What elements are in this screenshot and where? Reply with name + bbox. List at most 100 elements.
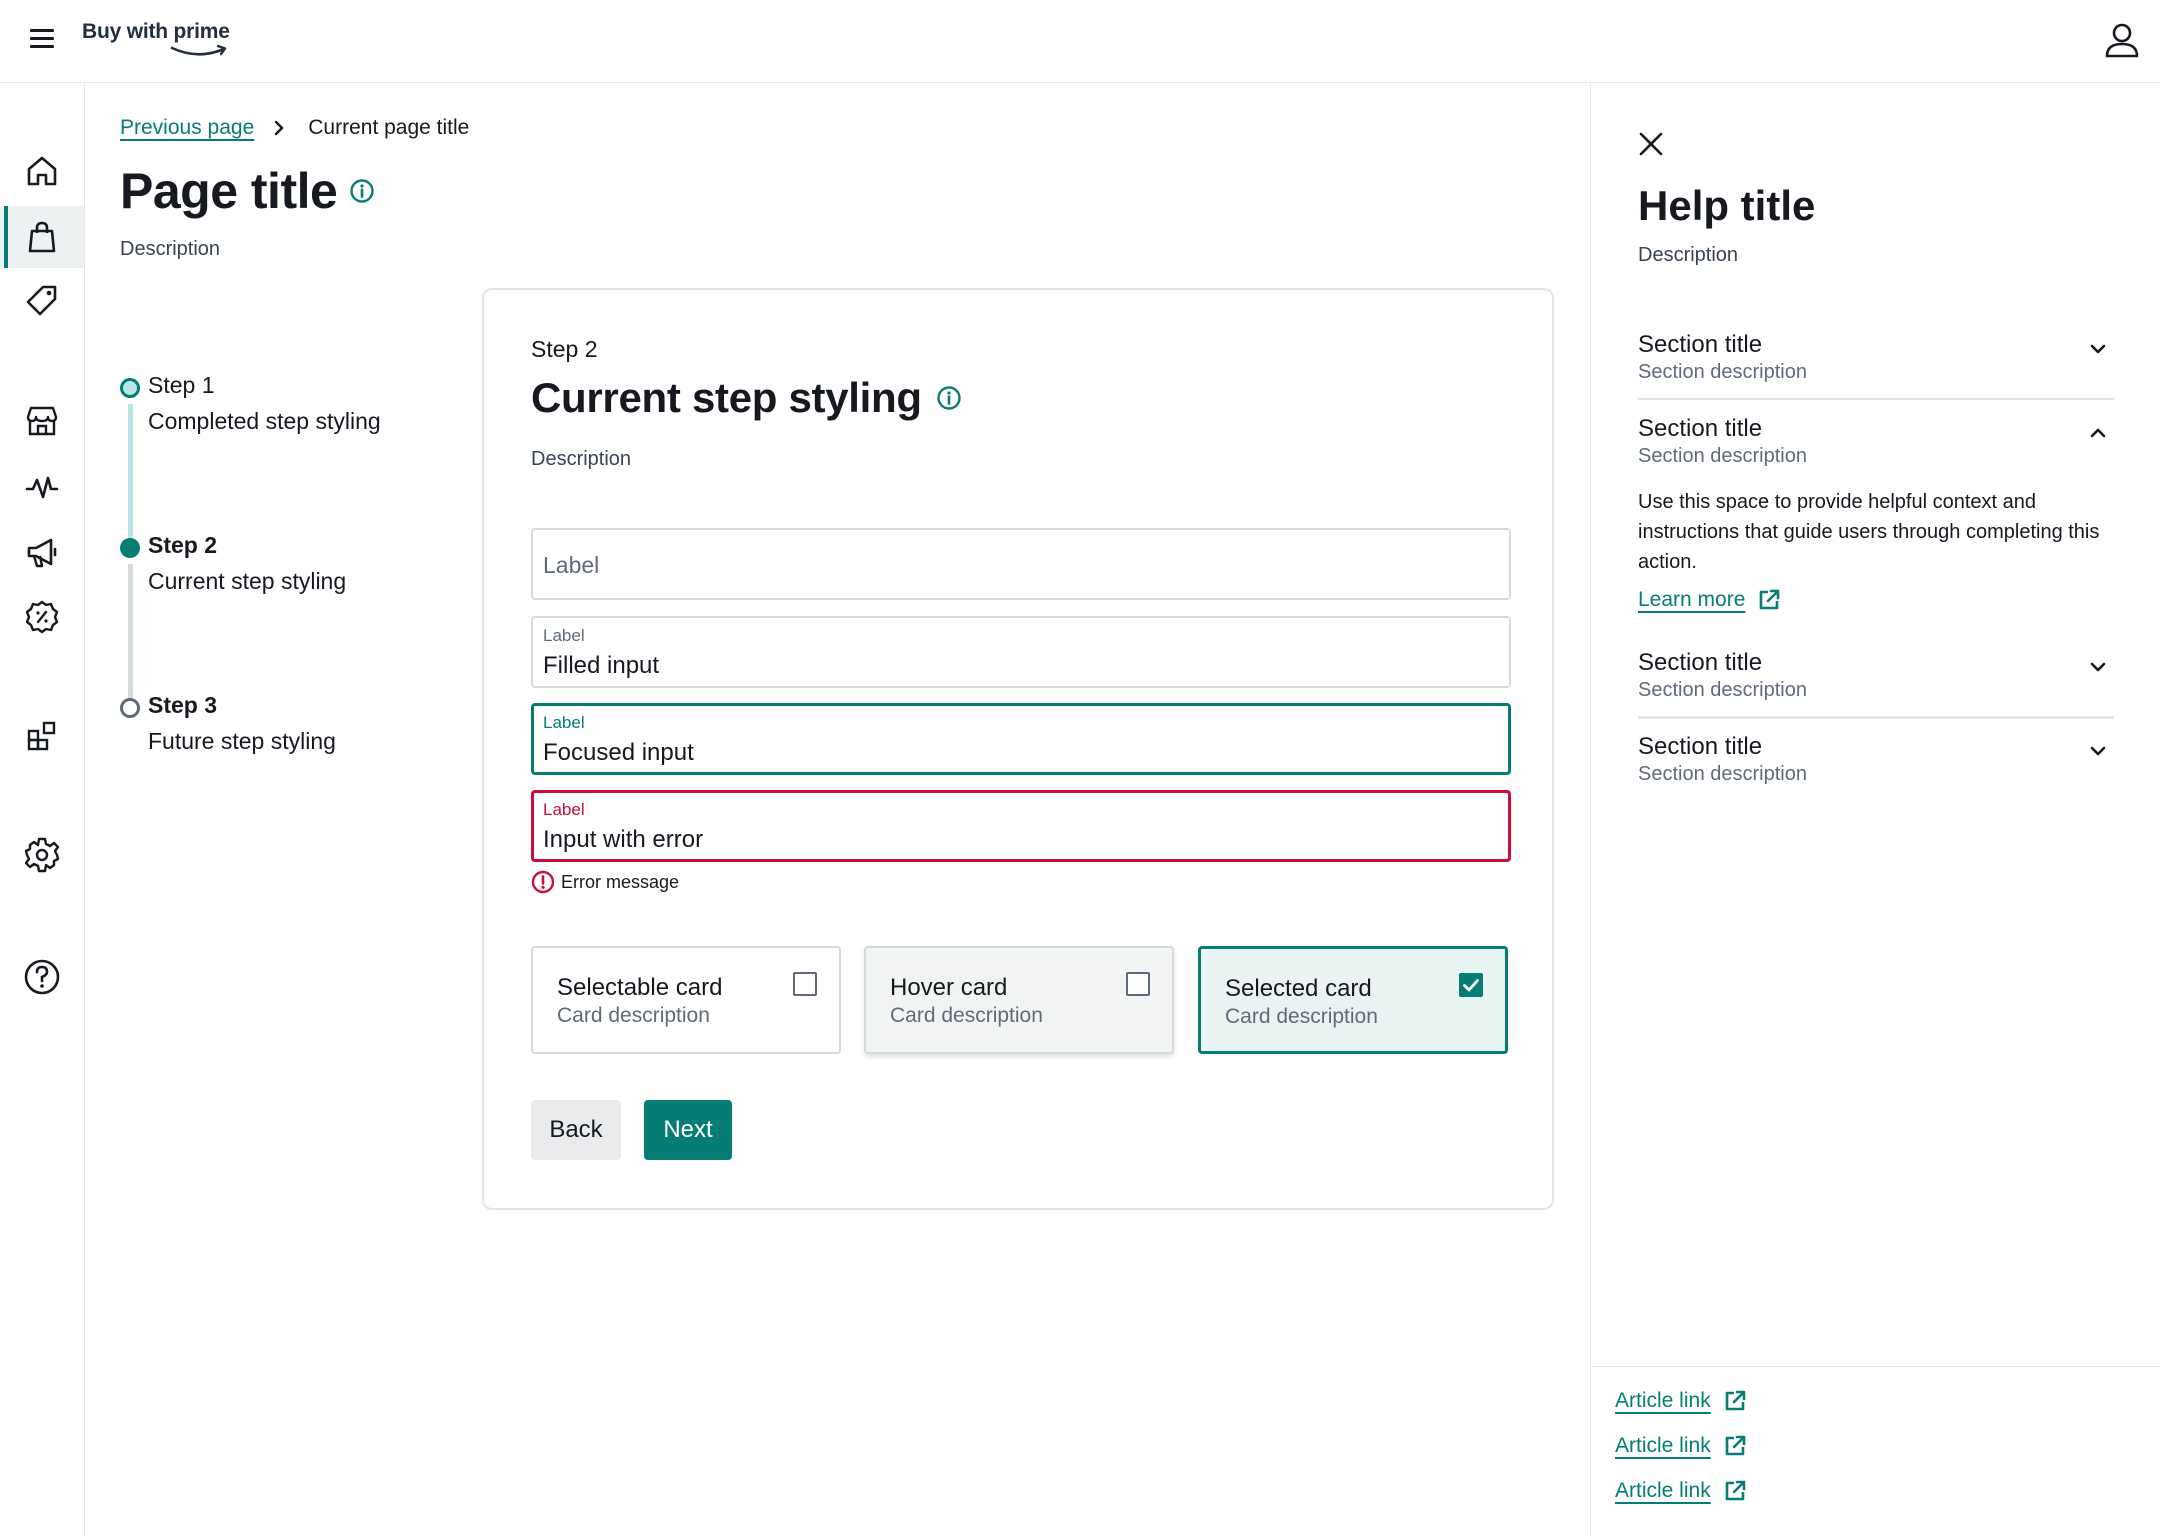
article-link-1[interactable]: Article link	[1615, 1389, 1747, 1413]
nav-home[interactable]	[0, 140, 84, 202]
card-description: Card description	[890, 1004, 1043, 1027]
step-3-title[interactable]: Step 3	[148, 692, 217, 719]
chevron-down-icon	[2088, 657, 2108, 682]
accordion-section-1[interactable]: Section title Section description	[1638, 331, 2114, 400]
left-navigation-rail	[0, 84, 85, 1536]
user-account-icon[interactable]	[2102, 20, 2142, 60]
nav-pricing[interactable]	[0, 270, 84, 332]
step-1-subtitle: Completed step styling	[148, 408, 381, 434]
back-button[interactable]: Back	[531, 1100, 621, 1160]
article-link-2[interactable]: Article link	[1615, 1434, 1747, 1458]
card-title: Selected card	[1225, 975, 1372, 1002]
nav-promotions[interactable]	[0, 586, 84, 648]
nav-orders[interactable]	[0, 206, 84, 268]
section-title: Section title	[1638, 331, 1763, 358]
close-icon[interactable]	[1637, 130, 1665, 158]
help-footer-links: Article link Article link Article link	[1591, 1366, 2160, 1536]
nav-settings[interactable]	[0, 824, 84, 886]
nav-help[interactable]	[0, 946, 84, 1008]
prime-smile-icon	[170, 44, 227, 56]
settings-gear-icon	[24, 837, 60, 873]
checkmark-icon	[1463, 979, 1479, 992]
article-link-text: Article link	[1615, 1479, 1711, 1502]
price-tag-icon	[26, 285, 57, 316]
page-title: Page title	[120, 163, 338, 219]
filled-input-field[interactable]: Label Filled input	[531, 616, 1511, 688]
section-description: Section description	[1638, 445, 1807, 467]
section-description: Section description	[1638, 679, 1807, 701]
input-placeholder: Label	[543, 552, 600, 578]
step-connector	[128, 564, 133, 714]
accordion-section-4[interactable]: Section title Section description	[1638, 733, 2114, 791]
error-message: Error message	[531, 870, 679, 894]
form-title: Current step styling	[531, 374, 922, 421]
section-title: Section title	[1638, 415, 1763, 442]
hamburger-menu-icon[interactable]	[27, 26, 57, 52]
step-1-title[interactable]: Step 1	[148, 372, 215, 399]
hover-card[interactable]: Hover card Card description	[864, 946, 1174, 1054]
nav-storefront[interactable]	[0, 390, 84, 452]
focused-input-field[interactable]: Label Focused input	[531, 703, 1511, 775]
top-header: Buy with prime	[0, 0, 2160, 83]
chevron-down-icon	[2088, 741, 2108, 766]
input-value: Filled input	[543, 652, 660, 679]
storefront-icon	[26, 406, 58, 436]
input-value: Input with error	[543, 826, 704, 853]
section-body-text: Use this space to provide helpful contex…	[1638, 491, 2100, 573]
form-description: Description	[531, 448, 632, 470]
megaphone-icon	[27, 538, 57, 568]
nav-apps[interactable]	[0, 706, 84, 768]
input-label: Label	[543, 626, 585, 645]
learn-more-link[interactable]: Learn more	[1638, 588, 1781, 612]
buy-with-prime-logo[interactable]: Buy with prime	[82, 18, 242, 66]
step-2-subtitle: Current step styling	[148, 568, 347, 594]
section-title: Section title	[1638, 733, 1763, 760]
article-link-text: Article link	[1615, 1389, 1711, 1412]
input-label: Label	[543, 713, 585, 732]
card-title: Hover card	[890, 974, 1008, 1001]
shopping-bag-icon	[28, 221, 56, 253]
chevron-down-icon	[2088, 339, 2108, 364]
error-message-text: Error message	[561, 871, 680, 892]
logo-text: Buy with prime	[82, 20, 230, 43]
main-content: Previous page Current page title Page ti…	[86, 84, 1590, 1536]
info-icon[interactable]	[349, 178, 375, 204]
widgets-icon	[27, 721, 56, 751]
article-link-3[interactable]: Article link	[1615, 1479, 1747, 1503]
chevron-up-icon	[2088, 423, 2108, 448]
card-description: Card description	[1225, 1005, 1378, 1028]
step-completed-dot	[120, 378, 140, 398]
section-description: Section description	[1638, 361, 1807, 383]
step-current-dot	[120, 538, 140, 558]
page-title-row: Page title	[120, 162, 375, 220]
help-description: Description	[1638, 244, 1739, 266]
breadcrumb-current: Current page title	[308, 116, 470, 139]
nav-activity[interactable]	[0, 456, 84, 518]
section-description: Section description	[1638, 763, 1807, 785]
step-3-subtitle: Future step styling	[148, 728, 336, 754]
nav-marketing[interactable]	[0, 522, 84, 584]
selected-card[interactable]: Selected card Card description	[1198, 946, 1508, 1054]
form-step-label: Step 2	[531, 336, 598, 362]
next-button[interactable]: Next	[644, 1100, 732, 1160]
card-checkbox[interactable]	[1126, 972, 1150, 996]
page-description: Description	[120, 238, 221, 260]
card-checkbox[interactable]	[793, 972, 817, 996]
empty-input-field[interactable]: Label	[531, 528, 1511, 600]
step-2-title[interactable]: Step 2	[148, 532, 217, 559]
accordion-section-3[interactable]: Section title Section description	[1638, 649, 2114, 719]
error-input-field[interactable]: Label Input with error	[531, 790, 1511, 862]
error-alert-icon	[531, 870, 555, 894]
article-link-text: Article link	[1615, 1434, 1711, 1457]
breadcrumb: Previous page Current page title	[120, 116, 469, 140]
learn-more-text: Learn more	[1638, 588, 1746, 611]
section-title: Section title	[1638, 649, 1763, 676]
progress-stepper: Step 1 Completed step styling Step 2 Cur…	[120, 290, 440, 754]
card-checkbox-checked[interactable]	[1459, 973, 1483, 997]
selectable-card[interactable]: Selectable card Card description	[531, 946, 841, 1054]
info-icon[interactable]	[936, 385, 962, 411]
step-connector	[128, 404, 133, 554]
external-link-icon	[1725, 1390, 1746, 1411]
breadcrumb-previous-link[interactable]: Previous page	[120, 116, 254, 140]
external-link-icon	[1760, 589, 1780, 610]
